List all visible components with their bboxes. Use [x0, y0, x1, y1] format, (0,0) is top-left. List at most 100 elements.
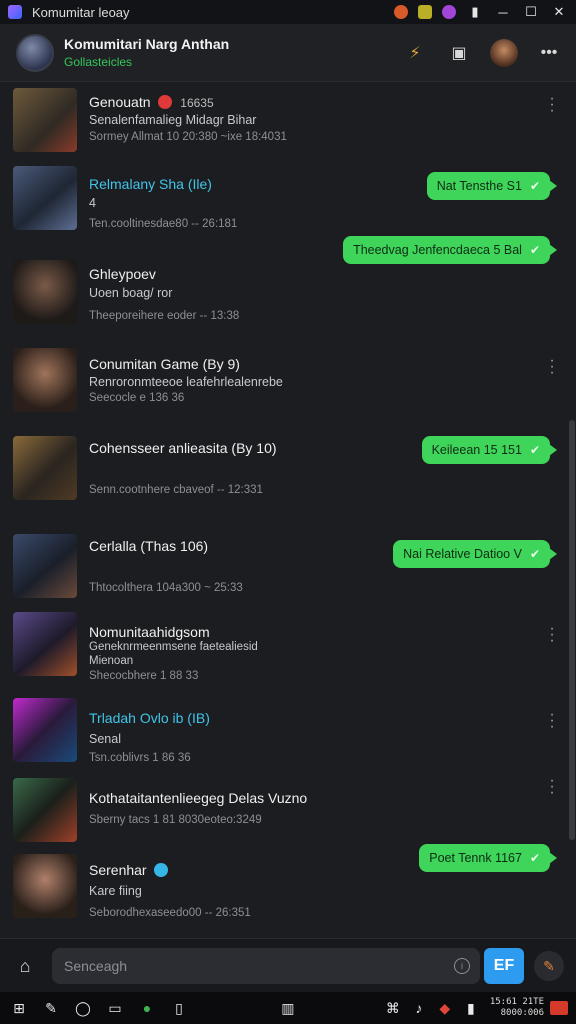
battery-icon[interactable]: ▮	[460, 997, 482, 1019]
item-meta: Theeporeihere eoder -- 13:38	[89, 310, 240, 322]
edit-icon[interactable]: ✎	[40, 997, 62, 1019]
item-title: Serenhar	[89, 862, 172, 878]
item-subtitle: Renroronmteeoe leafehrlealenrebe	[89, 375, 283, 389]
message-bubble[interactable]: Keileean 15 151 ✔	[421, 436, 558, 464]
list-item[interactable]: Cerlalla (Thas 106) Thtocolthera 104a300…	[0, 526, 566, 612]
clock-date: 8000:006	[500, 1008, 544, 1018]
scrollbar-thumb[interactable]	[569, 420, 575, 840]
bubble-text: Poet Tennk 1167	[429, 851, 522, 865]
more-options-icon[interactable]: · · ·	[548, 773, 556, 801]
item-subtitle-2: Mienoan	[89, 655, 134, 667]
header-info[interactable]: Komumitari Narg Anthan Gollasteicles	[64, 36, 402, 69]
item-thumbnail	[13, 854, 77, 918]
item-name: Ghleypoev	[89, 266, 156, 282]
message-bubble[interactable]: Nai Relative Datioo V ✔	[393, 540, 557, 568]
item-title: Cerlalla (Thas 106)	[89, 538, 208, 554]
item-subtitle: Senal	[89, 732, 121, 746]
list-item[interactable]: Trladah Ovlo ib (IB) Senal Tsn.coblivrs …	[0, 698, 566, 774]
notes-icon[interactable]	[418, 5, 432, 19]
item-thumbnail	[13, 88, 77, 152]
group-status: Gollasteicles	[64, 55, 133, 69]
browser-icon[interactable]: ●	[136, 997, 158, 1019]
item-name: Genouatn	[89, 94, 151, 110]
list-item[interactable]: Serenhar Kare fiing Seborodhexaseedo00 -…	[0, 844, 566, 938]
close-button[interactable]: ✕	[550, 3, 568, 21]
item-meta: Sberny tacs 1 81 8030eoteo:3249	[89, 814, 262, 826]
bubble-text: Nai Relative Datioo V	[403, 547, 522, 561]
item-meta: Tsn.coblivrs 1 86 36	[89, 752, 191, 764]
message-input[interactable]: Senceagh i	[52, 948, 480, 984]
item-name: Kothataitantenlieegeg Delas Vuzno	[89, 790, 308, 806]
group-name: Komumitari Narg Anthan	[64, 36, 230, 52]
item-name: Relmalany Sha (Ile)	[89, 176, 212, 192]
item-name: Conumitan Game (By 9)	[89, 356, 240, 372]
list-item[interactable]: Conumitan Game (By 9) Renroronmteeoe lea…	[0, 340, 566, 426]
item-title: Genouatn 16635	[89, 94, 214, 110]
verified-icon	[154, 863, 169, 877]
list-item[interactable]: Cohensseer anlieasita (By 10) Senn.cootn…	[0, 426, 566, 526]
window-icon[interactable]: ▣	[446, 40, 472, 66]
search-icon[interactable]: ◯	[72, 997, 94, 1019]
flame-icon[interactable]	[394, 5, 408, 19]
apps-icon[interactable]: ▥	[277, 997, 299, 1019]
message-bubble[interactable]: Poet Tennk 1167 ✔	[419, 844, 557, 872]
maximize-button[interactable]: ☐	[522, 3, 540, 21]
info-icon[interactable]: i	[454, 958, 470, 974]
item-thumbnail	[13, 166, 77, 230]
more-icon[interactable]: •••	[536, 40, 562, 66]
read-check-icon: ✔	[529, 179, 540, 193]
message-bubble[interactable]: Nat Tensthe S1 ✔	[426, 172, 558, 200]
item-meta: Thtocolthera 104a300 ~ 25:33	[89, 582, 243, 594]
call-icon[interactable]: ⚡	[402, 40, 428, 66]
item-meta: Seecocle e 136 36	[89, 392, 185, 404]
notification-icon[interactable]	[550, 1001, 568, 1015]
item-meta: Ten.cooltinesdae80 -- 26:181	[89, 218, 238, 230]
signal-icon: ▮	[471, 4, 479, 19]
shield-icon[interactable]: ◆	[434, 997, 456, 1019]
list-item[interactable]: Nomunitaahidgsom Geneknrmeenmsene faetea…	[0, 612, 566, 698]
item-meta: Seborodhexaseedo00 -- 26:351	[89, 907, 251, 919]
list-item[interactable]: Genouatn 16635 Senalenfamalieg Midagr Bi…	[0, 82, 566, 162]
start-icon[interactable]: ⊞	[8, 997, 30, 1019]
item-count: 16635	[180, 96, 214, 110]
item-thumbnail	[13, 778, 77, 842]
item-subtitle: Senalenfamalieg Midagr Bihar	[89, 113, 257, 127]
more-options-icon[interactable]: · · ·	[548, 353, 556, 381]
window-icon[interactable]: ▭	[104, 997, 126, 1019]
item-meta: Senn.cootnhere cbaveof -- 12:331	[89, 484, 263, 496]
more-options-icon[interactable]: · · ·	[548, 707, 556, 735]
alert-icon	[158, 95, 173, 109]
title-bar: Komumitar leoay ▮ ─ ☐ ✕	[0, 0, 576, 24]
folder-icon[interactable]: ▯	[168, 997, 190, 1019]
list-item[interactable]: Relmalany Sha (Ile) 4 Ten.cooltinesdae80…	[0, 162, 566, 264]
read-check-icon: ✔	[529, 547, 540, 561]
send-button[interactable]: EF	[484, 948, 524, 984]
item-subtitle: Kare fiing	[89, 884, 142, 898]
profile-icon[interactable]	[442, 5, 456, 19]
item-name: Nomunitaahidgsom	[89, 624, 210, 640]
chat-header: Komumitari Narg Anthan Gollasteicles ⚡ ▣…	[0, 24, 576, 82]
home-icon[interactable]: ⌂	[12, 953, 38, 979]
group-avatar[interactable]	[16, 33, 54, 72]
read-check-icon: ✔	[529, 443, 540, 457]
volume-icon[interactable]: ♪	[408, 997, 430, 1019]
item-name: Cerlalla (Thas 106)	[89, 538, 209, 554]
item-thumbnail	[13, 436, 77, 500]
minimize-button[interactable]: ─	[494, 3, 512, 21]
more-options-icon[interactable]: · · ·	[548, 621, 556, 649]
header-actions: ⚡ ▣ •••	[402, 38, 562, 67]
user-avatar[interactable]	[490, 38, 518, 67]
pen-icon[interactable]: ✎	[534, 951, 564, 981]
network-icon[interactable]: ⌘	[382, 997, 404, 1019]
bubble-text: Nat Tensthe S1	[436, 179, 522, 193]
item-thumbnail	[13, 612, 77, 676]
list-item[interactable]: Ghleypoev Uoen boag/ ror Theeporeihere e…	[0, 244, 566, 340]
bubble-text: Keileean 15 151	[431, 443, 522, 457]
input-placeholder: Senceagh	[64, 958, 128, 974]
item-thumbnail	[13, 260, 77, 324]
more-options-icon[interactable]: · · ·	[548, 91, 556, 119]
item-name: Cohensseer anlieasita (By 10)	[89, 440, 277, 456]
system-clock[interactable]: 15:61 21TE 8000:006	[490, 997, 544, 1019]
item-name: Trladah Ovlo ib (IB)	[89, 710, 210, 726]
list-item[interactable]: Kothataitantenlieegeg Delas Vuzno Sberny…	[0, 773, 566, 854]
